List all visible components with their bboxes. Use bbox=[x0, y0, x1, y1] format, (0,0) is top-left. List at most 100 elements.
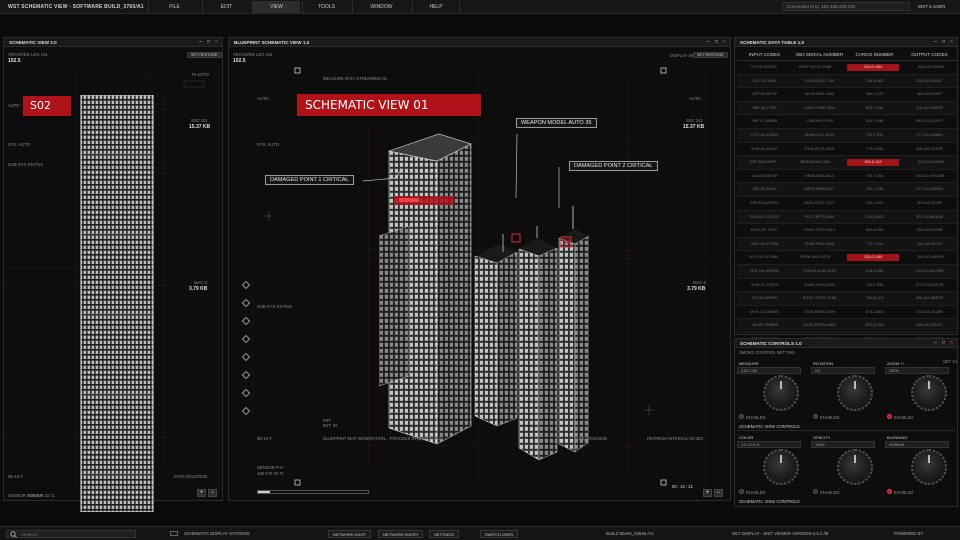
schematic-controls-panel: SCHEMATIC CONTROLS 1.0 – □ ✕ SMOKE CONTR… bbox=[734, 338, 958, 507]
callout-weapon-model[interactable]: WEAPON MODEL AUTO 35 bbox=[516, 118, 597, 128]
callout-leaders bbox=[362, 133, 560, 208]
menu-window[interactable]: WINDOW bbox=[352, 1, 410, 13]
enabled-radio-6[interactable] bbox=[887, 489, 892, 494]
table-row[interactable]: ЖЭЗ-09-4000O РЗ91-ВО76-4378 779-9-940 300-U… bbox=[737, 143, 957, 157]
blending-field[interactable]: NORMAL bbox=[885, 441, 949, 448]
table-row[interactable]: 399-TO-M6083 LZ98-HLR-9750 630-Y-936 399-UO… bbox=[737, 115, 957, 129]
connection-field[interactable]: Connected to Ip: 192.168.100.225 bbox=[782, 2, 910, 11]
minimize-icon[interactable]: – bbox=[198, 40, 203, 45]
maximize-icon[interactable]: □ bbox=[941, 40, 946, 45]
table-cell: 300-UO-0380W bbox=[917, 65, 945, 69]
color-field[interactable]: 1.0 1.0 1.0 bbox=[737, 441, 801, 448]
table-row[interactable]: МНН-ZR-ТАF07 РО9С-ОЗ77-6414 632-8-390 330-U… bbox=[737, 224, 957, 238]
menu-file[interactable]: FILE bbox=[148, 1, 200, 13]
zoom-out-icon[interactable]: − bbox=[208, 489, 217, 497]
search-input[interactable]: SEARCH bbox=[6, 530, 136, 538]
value-kb-2: 3.79 KB bbox=[189, 286, 208, 292]
table-row[interactable]: 53P-08-6730PP 9ВОЯ-ВО65-7500 350-6-123 370-… bbox=[737, 156, 957, 170]
maximize-icon[interactable]: □ bbox=[941, 341, 946, 346]
table-cell: СО9Н6-4039-0376 bbox=[803, 268, 836, 273]
timeline-handle[interactable] bbox=[258, 491, 270, 493]
zoom-in-icon[interactable]: + bbox=[703, 489, 712, 497]
table-row[interactable]: МЗН-СО-ЗФ9ВЕ ЗТОЕ-НВ9Э-2ЗЯ9 873-J-883 374-U… bbox=[737, 306, 957, 320]
table-cell: 350-V-379 bbox=[865, 92, 884, 97]
col-output-codes[interactable]: OUTPUT CODES bbox=[902, 49, 957, 60]
zoom-in-icon[interactable]: + bbox=[197, 489, 206, 497]
measure-knob[interactable] bbox=[763, 375, 799, 411]
callout-damaged-point-2[interactable]: DAMAGED POINT 2 CRITICAL bbox=[569, 161, 658, 171]
footer-date: DATE 00/10/2026 bbox=[174, 474, 207, 479]
menu-view[interactable]: VIEW bbox=[252, 1, 300, 13]
close-icon[interactable]: ✕ bbox=[949, 341, 954, 346]
table-row[interactable]: 244-00-RAТ6Р НЕ38-9100-МIL3 730-7-366 74Н-U… bbox=[737, 170, 957, 184]
table-row[interactable]: ЭОЖ-07-7С89Н 20АЯ-ЭН93-3928 710-F-396 377-U… bbox=[737, 279, 957, 293]
opacity-field[interactable]: 100% bbox=[811, 441, 875, 448]
table-cell: 244-00-RAТ6Р bbox=[751, 173, 778, 178]
zoom-knob[interactable] bbox=[911, 375, 947, 411]
table-cell: 232-J-038 bbox=[865, 187, 884, 192]
table-cell: 710-F-396 bbox=[865, 282, 884, 287]
rotation-field[interactable]: 0.0 bbox=[811, 367, 875, 374]
rotation-knob[interactable] bbox=[837, 375, 873, 411]
table-row[interactable]: ЧОН-О4-ЛТ2098 РЕЯН-8А00-0379 233-O-289 353-… bbox=[737, 251, 957, 265]
table-cell: 632-8-390 bbox=[865, 228, 884, 233]
table-cell: 218-9-296 bbox=[865, 268, 884, 273]
table-cell: 224-O-984 bbox=[847, 64, 899, 71]
enabled-radio-3[interactable] bbox=[887, 414, 892, 419]
timeline-scrubber[interactable] bbox=[257, 490, 369, 494]
blending-knob[interactable] bbox=[911, 449, 947, 485]
close-icon[interactable]: ✕ bbox=[214, 40, 219, 45]
table-cell: ОРР-53-3870P bbox=[751, 92, 778, 97]
table-row[interactable]: 300-JO-4BА/8 4ВЛЯ-ВЯ08-6037 232-J-038 377-U… bbox=[737, 183, 957, 197]
table-row[interactable]: ТТЯ-70-2557C0 WSLP-NCTO-0988 224-O-984 300-… bbox=[737, 61, 957, 75]
divider bbox=[737, 430, 955, 431]
table-cell: РЗ91-ВО76-4378 bbox=[804, 146, 835, 151]
table-row[interactable]: ЯЯТ-ВИ-ЖЯЯ58 СО9Н6-4039-0376 218-9-296 233-… bbox=[737, 264, 957, 279]
blueprint-status: BLUEPRINT MAP GENERATION... PROCESS STOP… bbox=[323, 436, 444, 441]
table-row[interactable]: ОРР-53-3870P WL52-8851-2345 350-V-379 460-U… bbox=[737, 88, 957, 102]
opacity-knob[interactable] bbox=[837, 449, 873, 485]
table-row[interactable]: 766-RE-ЯЯВ9В ЗЭЭС-ВЯЗЯ-А4ВЭ 323-Q-990 33В-U… bbox=[737, 319, 957, 333]
menu-help[interactable]: HELP bbox=[412, 1, 460, 13]
table-header: INPUT CODES OBJ SERIAL NUMBER CARGO NUMB… bbox=[737, 49, 957, 61]
zoom-field[interactable]: 100% bbox=[885, 367, 949, 374]
user-label[interactable]: WST 5 USER bbox=[918, 4, 945, 9]
top-menu-bar: WST SCHEMATIC VIEW - SOFTWARE BUILD_3765… bbox=[0, 0, 960, 14]
minimize-icon[interactable]: – bbox=[933, 341, 938, 346]
maximize-icon[interactable]: □ bbox=[206, 40, 211, 45]
table-cell: 523-Y-933 bbox=[865, 105, 884, 110]
menu-edit[interactable]: EDIT bbox=[202, 1, 250, 13]
table-cell: ЭОЖ-07-7С89Н bbox=[750, 282, 779, 287]
menu-tools[interactable]: TOOLS bbox=[302, 1, 350, 13]
zoom-out-icon[interactable]: − bbox=[714, 489, 723, 497]
table-row[interactable]: ТПУ-08-3G/88О 8R9M-3G/1-8769 734-F-932 777-… bbox=[737, 128, 957, 143]
close-icon[interactable]: ✕ bbox=[949, 40, 954, 45]
table-row[interactable]: ЭЭУ-Э0-А7ЯЯ8 РН09-Р932-4039 772-Y-913 344-U… bbox=[737, 237, 957, 252]
network-dhcp-button[interactable]: NETWORK DHCP bbox=[328, 530, 371, 538]
enabled-radio-1[interactable] bbox=[739, 414, 744, 419]
table-row[interactable]: 298-R2-AV0ОЯ2 9653-20GO-7Q27 283-2-923 303-… bbox=[737, 197, 957, 211]
minimize-icon[interactable]: – bbox=[933, 40, 938, 45]
network-encry-button[interactable]: NETWORK ENCRY bbox=[378, 530, 424, 538]
table-cell: 779-9-940 bbox=[865, 146, 884, 151]
col-obj-serial[interactable]: OBJ SERIAL NUMBER bbox=[792, 49, 847, 60]
color-knob[interactable] bbox=[763, 449, 799, 485]
table-cell: ТПУ-08-3G/88О bbox=[750, 132, 779, 137]
callout-damaged-point-1[interactable]: DAMAGED POINT 1 CRITICAL bbox=[265, 175, 354, 185]
table-row[interactable]: ЭЯК-35-2755Т L3829-OS8P-4524 523-Y-933 200-… bbox=[737, 101, 957, 116]
table-row[interactable]: S22-GO-5648 ULVR-9230-7789 238-6-483 300-UO… bbox=[737, 74, 957, 89]
enabled-radio-4[interactable] bbox=[739, 489, 744, 494]
table-cell: 233-O-289 bbox=[847, 254, 899, 261]
settings-button[interactable]: SETTINGS bbox=[429, 530, 460, 538]
measure-field[interactable]: 1.00 1.00 bbox=[737, 367, 801, 374]
enabled-radio-2[interactable] bbox=[813, 414, 818, 419]
table-cell: ТТЯ-70-2557C0 bbox=[749, 65, 777, 69]
color-label: COLOR bbox=[739, 435, 754, 440]
col-cargo-number[interactable]: CARGO NUMBER bbox=[847, 49, 902, 60]
bottom-status-bar: SEARCH SCHEMATIC DISPLAY SYSTEMS NETWORK… bbox=[0, 526, 960, 540]
enabled-radio-5[interactable] bbox=[813, 489, 818, 494]
table-row[interactable]: ТО6-RG-2279ZR РЕ2Т-8Р73-6059 239-Q-863 3R7-… bbox=[737, 210, 957, 225]
table-row[interactable]: 793-Ф3-3ЯЯЯ0 ВЭЭС-ЭРЭЭ-7С88 746-Q-203 308-U… bbox=[737, 292, 957, 306]
switch-user-button[interactable]: SWITCH USER bbox=[480, 530, 518, 538]
col-input-codes[interactable]: INPUT CODES bbox=[737, 49, 792, 60]
